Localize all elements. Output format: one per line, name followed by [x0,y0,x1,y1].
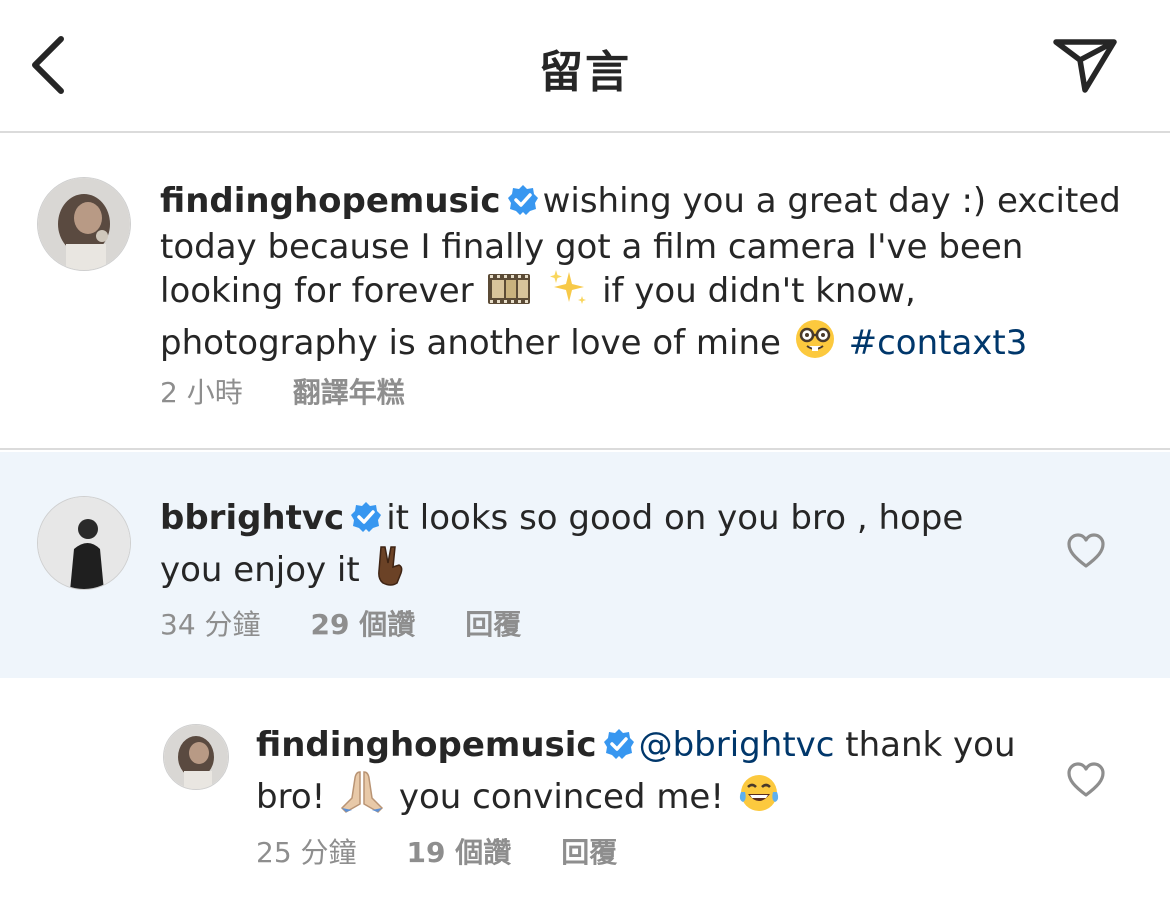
avatar[interactable] [37,177,131,271]
verified-badge-icon [603,728,635,770]
reply-item: findinghopemusic @bbrightvc thank you bro… [0,678,1170,898]
top-bar: 留言 [0,0,1170,133]
verified-badge-icon [507,184,539,226]
tears-of-joy-emoji-icon [737,772,781,824]
likes-count[interactable]: 19 個讚 [407,831,512,871]
reply-time: 25 分鐘 [256,836,357,869]
reply-meta: 25 分鐘 19 個讚 回覆 [256,831,617,871]
comment-item: bbrightvc it looks so good on you bro , h… [0,452,1170,678]
page-title: 留言 [539,47,631,98]
sparkles-emoji-icon [547,268,589,318]
verified-badge-icon [350,501,382,543]
comment-username[interactable]: bbrightvc [160,498,344,538]
comment-time: 34 分鐘 [160,608,261,641]
caption-text: findinghopemusic wishing you a great day … [160,180,1150,370]
heart-icon [1067,762,1105,797]
translate-button[interactable]: 翻譯年糕 [293,371,405,411]
folded-hands-emoji-icon [338,770,386,824]
avatar[interactable] [37,496,131,590]
mention-link[interactable]: @bbrightvc [639,725,835,765]
film-frames-emoji-icon [486,270,532,318]
victory-hand-emoji-icon [373,543,409,597]
reply-button[interactable]: 回覆 [561,831,617,871]
comment-text: bbrightvc it looks so good on you bro , h… [160,497,1040,597]
share-button[interactable] [1045,30,1125,100]
caption-time: 2 小時 [160,376,243,409]
hashtag-link[interactable]: #contaxt3 [849,323,1028,363]
nerd-face-emoji-icon [794,318,836,370]
caption-meta: 2 小時 翻譯年糕 [160,371,405,411]
avatar[interactable] [163,724,229,790]
reply-username[interactable]: findinghopemusic [256,725,597,765]
likes-count[interactable]: 29 個讚 [311,603,416,643]
like-button[interactable] [1066,761,1106,803]
send-icon [1053,39,1117,93]
post-caption: findinghopemusic wishing you a great day … [0,135,1170,450]
comment-meta: 34 分鐘 29 個讚 回覆 [160,603,521,643]
heart-icon [1067,533,1105,568]
like-button[interactable] [1066,532,1106,574]
reply-button[interactable]: 回覆 [465,603,521,643]
reply-text: findinghopemusic @bbrightvc thank you bro… [256,724,1046,824]
caption-username[interactable]: findinghopemusic [160,181,501,221]
